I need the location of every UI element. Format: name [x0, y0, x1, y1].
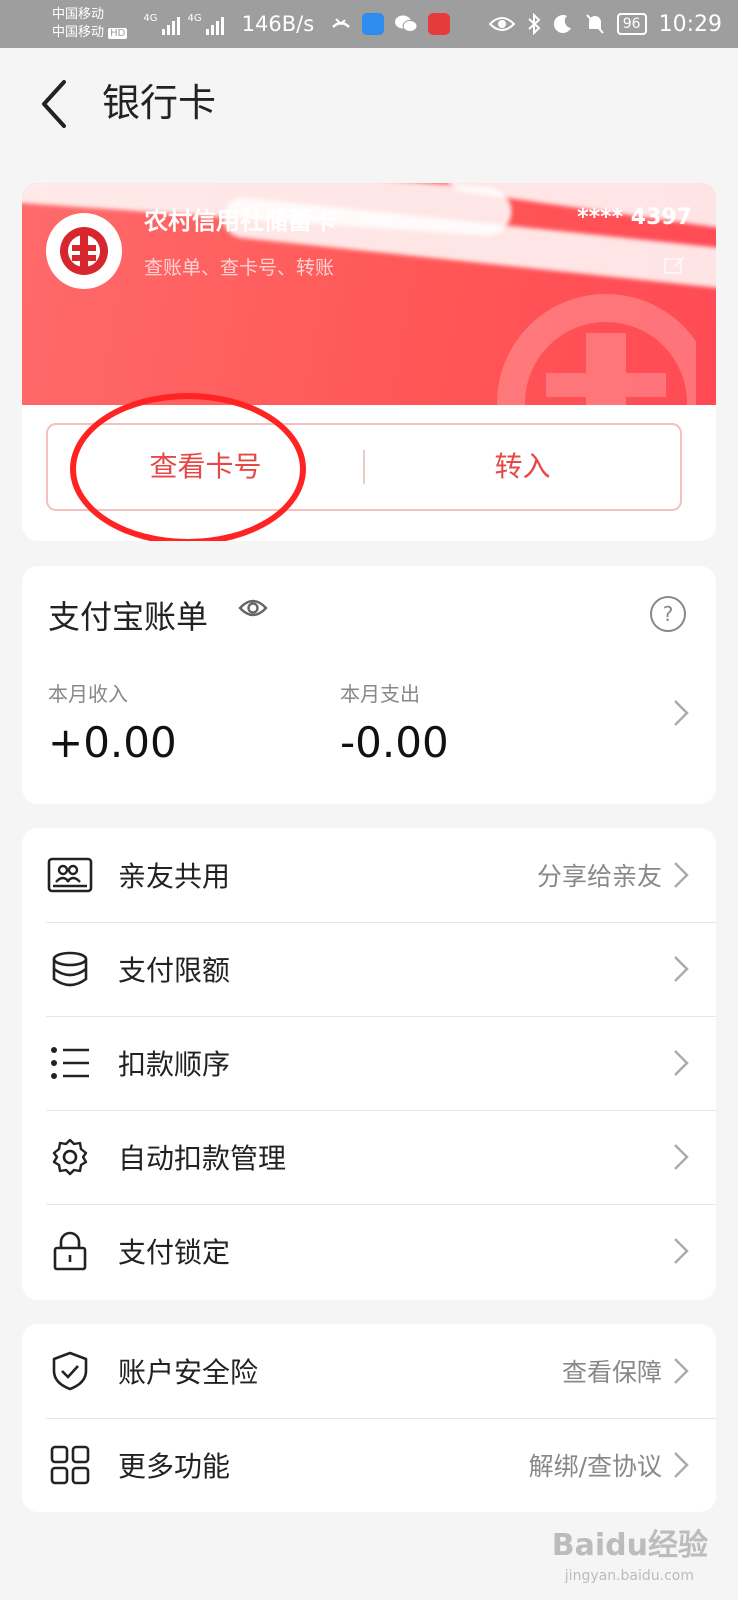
income-value: +0.00 — [48, 718, 177, 767]
grid-icon — [46, 1441, 94, 1489]
list-order-icon — [46, 1039, 94, 1087]
expense-value: -0.00 — [340, 718, 449, 767]
menu-item-payment-limit[interactable]: 支付限额 — [22, 922, 716, 1016]
expense-label: 本月支出 — [340, 682, 420, 706]
carrier-2: 中国移动 HD — [52, 24, 128, 40]
rural-credit-logo-icon — [60, 227, 108, 275]
chevron-right-icon — [674, 1452, 689, 1478]
back-arrow-icon[interactable] — [36, 76, 76, 132]
menu-item-account-insurance[interactable]: 账户安全险 查看保障 — [22, 1324, 716, 1418]
bank-logo — [46, 213, 122, 289]
page-title: 银行卡 — [102, 81, 217, 125]
carrier-info: 中国移动 中国移动 HD — [52, 6, 128, 43]
settings-menu: 亲友共用 分享给亲友 支付限额 扣款顺序 自动扣款管理 支付锁定 — [22, 828, 716, 1300]
alipay-bill-card[interactable]: 支付宝账单 ? 本月收入 +0.00 本月支出 -0.00 — [22, 566, 716, 804]
card-face[interactable]: 农村信用社储蓄卡 查账单、查卡号、转账 **** 4397 — [22, 183, 716, 473]
gear-icon — [46, 1133, 94, 1181]
more-options-menu: 账户安全险 查看保障 更多功能 解绑/查协议 — [22, 1324, 716, 1512]
menu-item-family-share[interactable]: 亲友共用 分享给亲友 — [22, 828, 716, 922]
chevron-right-icon — [674, 862, 689, 888]
menu-item-more-functions[interactable]: 更多功能 解绑/查协议 — [22, 1418, 716, 1512]
card-actions: 查看卡号 转入 — [46, 423, 682, 511]
eye-icon[interactable] — [238, 596, 268, 620]
transfer-in-button[interactable]: 转入 — [365, 425, 680, 509]
battery-indicator: 96 — [616, 13, 647, 35]
menu-item-label: 扣款顺序 — [118, 1048, 231, 1081]
menu-item-label: 账户安全险 — [118, 1356, 259, 1389]
menu-item-label: 支付锁定 — [118, 1236, 231, 1269]
mute-bell-icon — [586, 14, 604, 34]
moon-icon — [553, 15, 571, 34]
chevron-right-icon — [674, 1358, 689, 1384]
video-app-icon — [428, 13, 451, 35]
browser-app-icon — [362, 13, 385, 35]
menu-item-label: 更多功能 — [118, 1450, 231, 1483]
lock-icon — [46, 1227, 94, 1275]
notification-icons — [330, 13, 451, 35]
menu-item-auto-debit[interactable]: 自动扣款管理 — [22, 1110, 716, 1204]
shield-check-icon — [46, 1347, 94, 1395]
eye-comfort-icon — [488, 17, 515, 31]
clock: 10:29 — [658, 11, 722, 37]
chevron-right-icon — [674, 956, 689, 982]
menu-item-hint: 分享给亲友 — [536, 862, 662, 891]
chevron-right-icon — [674, 1238, 689, 1264]
income-label: 本月收入 — [48, 682, 128, 706]
menu-item-label: 自动扣款管理 — [118, 1142, 287, 1175]
coins-stack-icon — [46, 945, 94, 993]
bluetooth-icon — [528, 13, 541, 35]
status-bar: 中国移动 中国移动 HD 4G 4G 146B/s 96 10:29 — [0, 0, 738, 48]
signal-icon: 4G 4G — [143, 13, 224, 35]
bank-card[interactable]: 农村信用社储蓄卡 查账单、查卡号、转账 **** 4397 查看卡号 转入 — [22, 183, 716, 541]
help-icon[interactable]: ? — [650, 596, 686, 632]
watermark-url: jingyan.baidu.com — [564, 1568, 694, 1584]
chevron-right-icon — [674, 1050, 689, 1076]
chevron-right-icon — [674, 1144, 689, 1170]
menu-item-hint: 查看保障 — [561, 1358, 662, 1387]
page-header: 银行卡 — [0, 48, 738, 158]
status-right: 96 10:29 — [488, 11, 722, 37]
menu-item-label: 支付限额 — [118, 954, 231, 987]
bill-title: 支付宝账单 — [48, 598, 209, 636]
menu-item-debit-order[interactable]: 扣款顺序 — [22, 1016, 716, 1110]
view-card-number-button[interactable]: 查看卡号 — [48, 425, 363, 509]
missed-call-icon — [332, 18, 351, 28]
menu-item-hint: 解绑/查协议 — [528, 1452, 662, 1481]
chevron-right-icon[interactable] — [672, 698, 690, 728]
card-subtitle: 查账单、查卡号、转账 — [144, 257, 335, 279]
carrier-1: 中国移动 — [52, 6, 105, 22]
network-speed: 146B/s — [241, 12, 315, 36]
watermark-logo: Baidu经验 — [551, 1528, 708, 1563]
family-share-icon — [46, 851, 94, 899]
menu-item-payment-lock[interactable]: 支付锁定 — [22, 1204, 716, 1298]
menu-item-label: 亲友共用 — [118, 860, 231, 893]
wechat-icon — [395, 15, 418, 32]
